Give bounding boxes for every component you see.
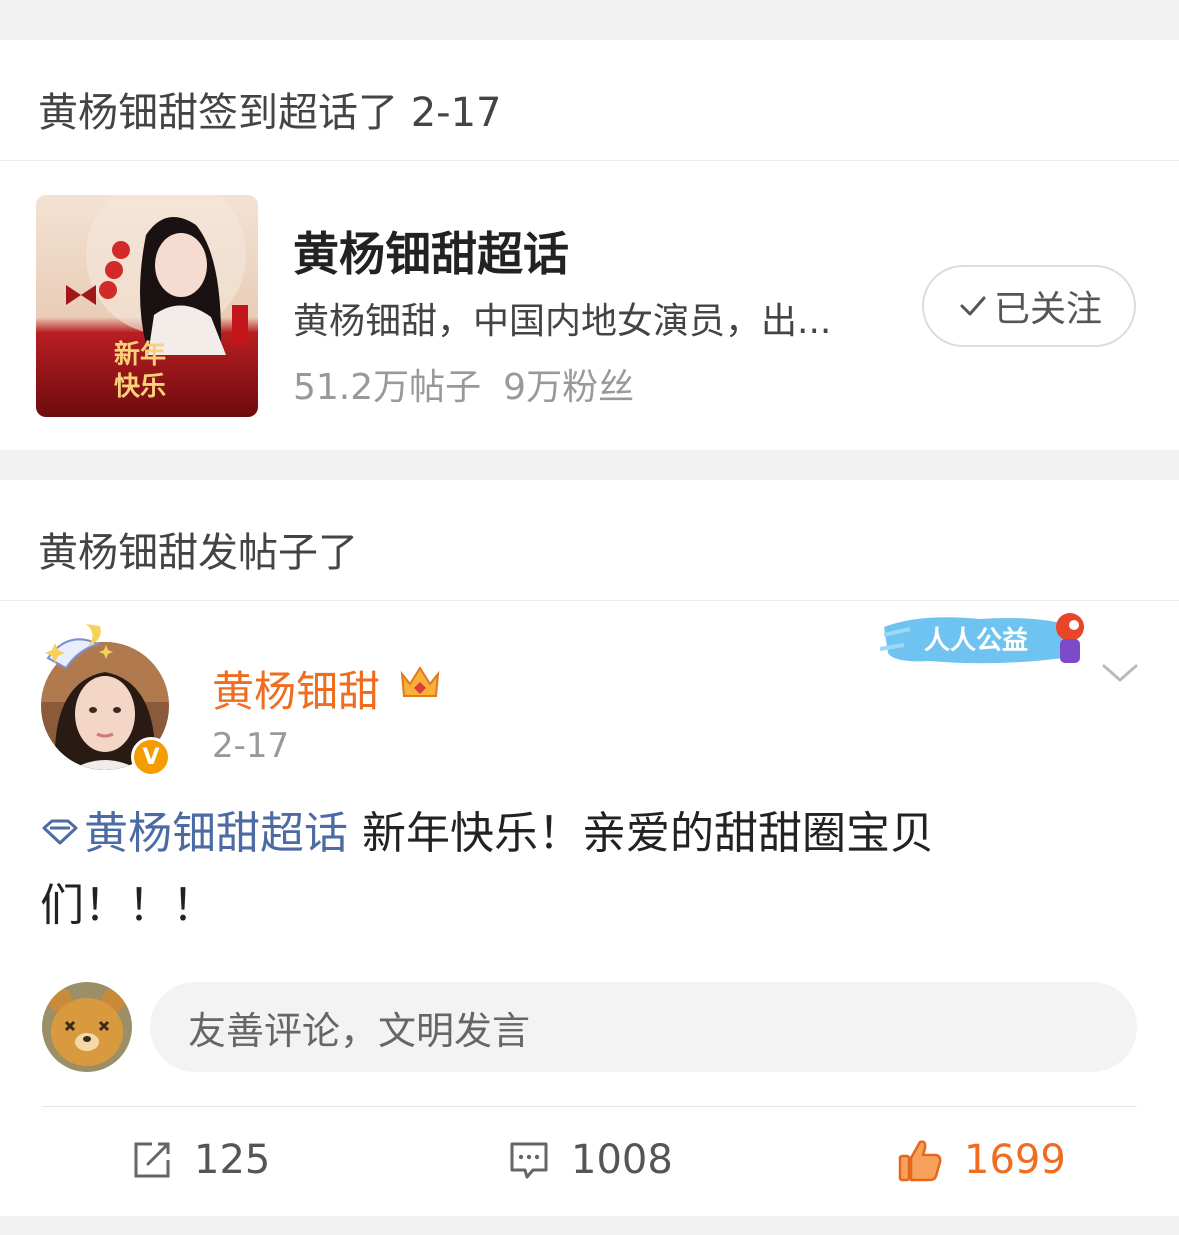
topic-link-text: 黄杨钿甜超话 [84,808,348,859]
post-time: 2-17 [212,726,290,766]
author-avatar-wrap[interactable]: V [38,620,178,777]
comment-count: 1008 [571,1137,673,1183]
cover-text-line2: 快乐 [114,372,166,402]
charity-banner[interactable]: 人人公益 [879,605,1092,677]
divider [0,600,1179,601]
top-gap [0,0,1179,40]
topic-description: 黄杨钿甜，中国内地女演员，出... [293,301,832,342]
comment-input[interactable]: 友善评论，文明发言 [150,982,1137,1072]
commenter-avatar[interactable] [42,982,132,1072]
follow-button[interactable]: 已关注 [922,265,1136,347]
like-button[interactable]: 1699 [896,1134,1066,1186]
checkin-header: 黄杨钿甜签到超话了 2-17 [38,90,502,136]
post-card: 黄杨钿甜发帖子了 V 黄杨钿甜 2-17 人人公益 黄杨钿甜超话 新年快乐！亲爱… [0,480,1179,1216]
feed-page: 黄杨钿甜签到超话了 2-17 新年 快乐 黄杨钿甜超话 黄杨钿甜，中国内地女演员… [0,0,1179,1235]
repost-button[interactable]: 125 [130,1134,270,1186]
checkin-card: 黄杨钿甜签到超话了 2-17 新年 快乐 黄杨钿甜超话 黄杨钿甜，中国内地女演员… [0,40,1179,450]
diamond-topic-icon [42,819,78,845]
checkmark-icon [960,296,986,316]
crown-icon [400,666,440,697]
repost-icon [134,1142,170,1178]
topic-stats: 51.2万帖子 9万粉丝 [293,358,634,410]
divider [0,160,1179,161]
divider [42,1106,1137,1107]
like-count: 1699 [964,1137,1066,1183]
post-header: 黄杨钿甜发帖子了 [38,530,358,576]
author-name[interactable]: 黄杨钿甜 [212,658,380,719]
topic-cover-image[interactable]: 新年 快乐 [36,195,258,417]
bottom-gap [0,1216,1179,1235]
comment-icon [510,1142,548,1179]
chevron-down-icon[interactable] [1100,662,1140,686]
cover-text-line1: 新年 [114,339,166,370]
verified-badge: V [131,737,171,777]
topic-title[interactable]: 黄杨钿甜超话 [293,218,569,284]
topic-link[interactable]: 黄杨钿甜超话 [40,808,348,859]
repost-count: 125 [194,1137,271,1183]
topic-post-count: 51.2万帖子 [293,367,482,408]
follow-label: 已关注 [993,289,1102,330]
topic-fan-count: 9万粉丝 [503,367,635,408]
banner-text: 人人公益 [924,626,1028,656]
comment-button[interactable]: 1008 [507,1134,673,1186]
post-content: 黄杨钿甜超话 新年快乐！亲爱的甜甜圈宝贝们！！！ [40,798,1080,942]
like-icon [898,1140,942,1182]
avatar-decoration-icon [45,624,113,670]
section-gap [0,450,1179,480]
